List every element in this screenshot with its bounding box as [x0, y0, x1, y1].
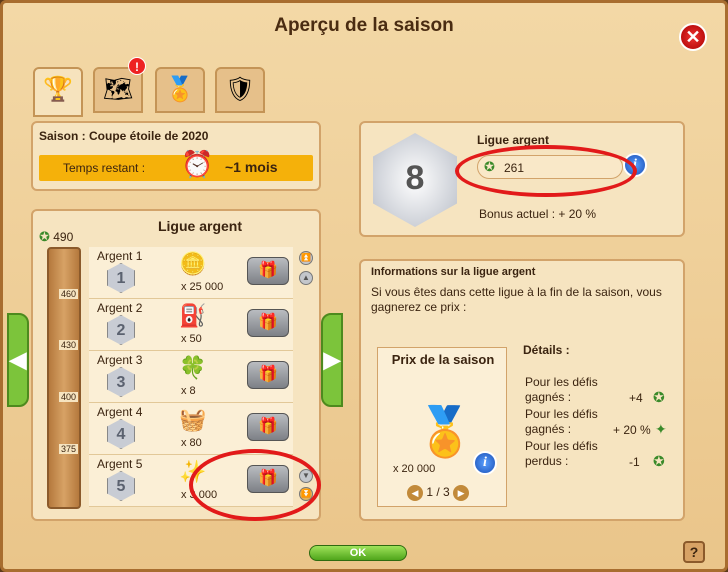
- reward-row: Argent 1 1 🪙 x 25 000 🎁: [89, 247, 293, 299]
- highlight-ellipse: [189, 449, 321, 521]
- detail-value: +4: [629, 391, 643, 405]
- tier-level-badge: 1: [107, 263, 135, 293]
- highlight-ellipse: [455, 145, 637, 197]
- current-score-value: 490: [53, 230, 74, 244]
- ladder-title: Ligue argent: [157, 218, 242, 234]
- tab-rewards[interactable]: 🏅: [155, 67, 205, 113]
- gold-medal-icon: 🏅: [415, 406, 475, 459]
- tier-level-badge: 4: [107, 419, 135, 449]
- info-text: Si vous êtes dans cette ligue à la fin d…: [371, 285, 662, 314]
- gift-button[interactable]: 🎁: [247, 257, 289, 285]
- league-rank: 8: [405, 159, 425, 197]
- reward-quantity: x 8: [181, 385, 196, 397]
- time-remaining-label: Temps restant :: [63, 161, 146, 175]
- next-arrow-button[interactable]: ▶: [321, 313, 343, 407]
- shield-icon: 🛡: [224, 76, 256, 103]
- clover-token-icon: 🍀: [179, 355, 207, 380]
- detail-label: Pour les défis gagnés :: [525, 407, 598, 436]
- ok-button[interactable]: OK: [309, 545, 407, 561]
- previous-arrow-button[interactable]: ◀: [7, 313, 29, 407]
- reward-quantity: x 80: [181, 437, 202, 449]
- cup-icon: 🏅: [165, 76, 195, 103]
- detail-label: Pour les défis gagnés :: [525, 375, 598, 404]
- reward-row: Argent 4 4 🧺 x 80 🎁: [89, 403, 293, 455]
- current-bonus: Bonus actuel : + 20 %: [479, 207, 597, 221]
- detail-label: Pour les défis perdus :: [525, 439, 598, 468]
- info-title: Informations sur la ligue argent: [371, 266, 536, 278]
- gift-button[interactable]: 🎁: [247, 413, 289, 441]
- help-button[interactable]: ?: [683, 541, 705, 563]
- ladder-tick: 430: [59, 340, 79, 350]
- reward-quantity: x 50: [181, 333, 202, 345]
- alarm-clock-icon: ⏰: [181, 149, 214, 179]
- details-title: Détails :: [523, 343, 570, 357]
- season-overview-window: Aperçu de la saison ✕ 🏆 🗺 ! 🏅 🛡 Saison :…: [0, 0, 728, 572]
- prize-title: Prix de la saison: [391, 352, 495, 367]
- gold-coin-icon: 🪙: [179, 251, 207, 276]
- reward-row: Argent 3 3 🍀 x 8 🎁: [89, 351, 293, 403]
- tab-league[interactable]: 🛡: [215, 67, 265, 113]
- notification-badge: !: [128, 57, 146, 75]
- tier-level-badge: 5: [107, 471, 135, 501]
- scroll-up-button[interactable]: ▲: [299, 271, 313, 285]
- pager-next-button[interactable]: ▶: [453, 485, 470, 501]
- ladder-tick: 375: [59, 444, 79, 454]
- gift-button[interactable]: 🎁: [247, 361, 289, 389]
- medal-icon: ✪: [653, 453, 665, 469]
- pager-label: 1 / 3: [426, 485, 450, 500]
- tier-name: Argent 5: [97, 457, 143, 471]
- reward-row: Argent 2 2 ⛽ x 50 🎁: [89, 299, 293, 351]
- scroll-top-button[interactable]: ⏫: [299, 251, 313, 265]
- prize-quantity: x 20 000: [393, 463, 436, 475]
- ladder-bar: [47, 247, 81, 509]
- season-label: Saison : Coupe étoile de 2020: [39, 129, 209, 143]
- tab-season-overview[interactable]: 🏆: [33, 67, 83, 117]
- detail-value: + 20 %: [613, 423, 651, 437]
- ladder-tick: 400: [59, 392, 79, 402]
- tier-name: Argent 4: [97, 405, 143, 419]
- tier-name: Argent 1: [97, 249, 143, 263]
- ladder-tick: 460: [59, 289, 79, 299]
- reward-quantity: x 25 000: [181, 281, 224, 293]
- tier-name: Argent 2: [97, 301, 143, 315]
- fuel-can-icon: ⛽: [179, 303, 207, 328]
- current-score: ✪ 490: [39, 229, 73, 245]
- medal-icon: ✪: [39, 229, 50, 244]
- prize-info-button[interactable]: i: [473, 451, 497, 475]
- tier-level-badge: 2: [107, 315, 135, 345]
- detail-value: -1: [629, 455, 640, 469]
- pager-previous-button[interactable]: ◀: [407, 485, 423, 501]
- tier-level-badge: 3: [107, 367, 135, 397]
- medal-icon: ✪: [653, 389, 665, 405]
- window-title: Aperçu de la saison: [274, 15, 454, 36]
- close-button[interactable]: ✕: [679, 23, 707, 51]
- prize-pager: ◀ 1 / 3 ▶: [407, 485, 470, 501]
- fruit-basket-icon: 🧺: [179, 407, 207, 432]
- tier-name: Argent 3: [97, 353, 143, 367]
- time-remaining-bar: Temps restant : ⏰ ~1 mois: [39, 149, 313, 181]
- map-icon: 🗺: [102, 76, 134, 103]
- time-remaining-value: ~1 mois: [225, 159, 278, 175]
- bonus-icon: ✦: [655, 421, 667, 437]
- trophy-icon: 🏆: [43, 76, 73, 103]
- gift-button[interactable]: 🎁: [247, 309, 289, 337]
